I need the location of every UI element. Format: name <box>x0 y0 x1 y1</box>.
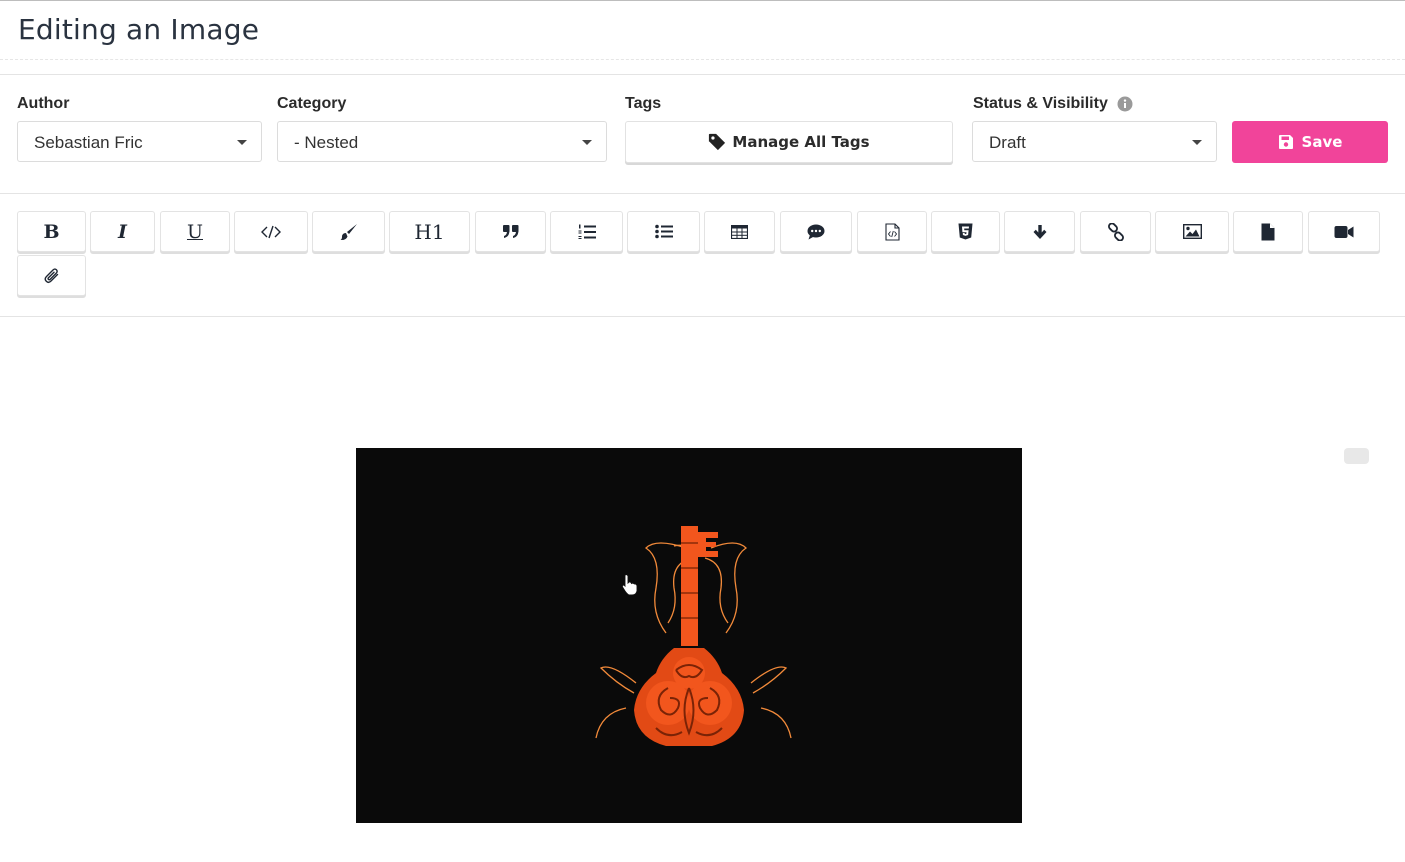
ordered-list-button[interactable] <box>550 211 623 252</box>
highlight-button[interactable] <box>312 211 385 252</box>
save-label: Save <box>1301 133 1343 151</box>
author-select[interactable]: Sebastian Fric <box>17 121 262 162</box>
code-file-icon <box>884 222 900 241</box>
file-icon <box>1261 223 1275 240</box>
caret-down-icon <box>582 140 592 145</box>
code-file-button[interactable] <box>857 211 927 252</box>
key-bit <box>698 532 718 557</box>
file-button[interactable] <box>1233 211 1303 252</box>
bold-icon: B <box>43 220 60 243</box>
table-button[interactable] <box>704 211 775 252</box>
manage-tags-label: Manage All Tags <box>732 133 870 151</box>
paperclip-icon <box>44 268 58 284</box>
status-value: Draft <box>989 133 1026 152</box>
ordered-list-icon <box>578 224 596 239</box>
page-header: Editing an Image <box>0 1 1405 60</box>
html5-button[interactable] <box>931 211 1000 252</box>
paint-brush-icon <box>340 223 357 240</box>
divider <box>0 316 1405 317</box>
author-value: Sebastian Fric <box>34 133 143 152</box>
comment-button[interactable] <box>780 211 852 252</box>
floppy-disk-icon <box>1278 135 1293 149</box>
key-shaft <box>681 526 698 646</box>
bold-button[interactable]: B <box>17 211 86 252</box>
caret-down-icon <box>1192 140 1202 145</box>
video-icon <box>1334 225 1354 238</box>
image-button[interactable] <box>1155 211 1229 252</box>
manage-tags-button[interactable]: Manage All Tags <box>625 121 953 163</box>
category-value: - Nested <box>294 133 359 152</box>
tag-icon <box>709 133 726 151</box>
comment-icon <box>807 224 825 239</box>
info-icon[interactable] <box>1117 96 1133 112</box>
link-button[interactable] <box>1080 211 1151 252</box>
heading-icon: H1 <box>414 219 445 244</box>
hand-cursor-icon <box>621 574 638 596</box>
code-icon <box>261 225 281 238</box>
underline-button[interactable]: U <box>160 211 230 252</box>
tags-label: Tags <box>625 95 662 112</box>
embedded-image[interactable] <box>356 448 1022 823</box>
author-label: Author <box>17 95 70 112</box>
html5-icon <box>958 223 973 240</box>
list-icon <box>654 224 673 239</box>
save-button[interactable]: Save <box>1232 121 1388 163</box>
code-button[interactable] <box>234 211 308 252</box>
attachment-button[interactable] <box>17 255 86 296</box>
unordered-list-button[interactable] <box>627 211 700 252</box>
underline-icon: U <box>186 220 203 243</box>
arrow-down-icon <box>1033 224 1046 239</box>
italic-icon: I <box>118 220 127 243</box>
video-button[interactable] <box>1308 211 1380 252</box>
category-label: Category <box>277 95 347 112</box>
divider <box>0 74 1405 75</box>
image-icon <box>1182 224 1202 239</box>
status-label: Status & Visibility <box>973 95 1108 112</box>
link-icon <box>1107 222 1124 241</box>
table-icon <box>731 224 748 239</box>
heading-button[interactable]: H1 <box>389 211 470 252</box>
caret-down-icon <box>237 140 247 145</box>
key-artwork <box>595 526 792 746</box>
status-select[interactable]: Draft <box>972 121 1217 162</box>
divider <box>0 193 1405 194</box>
italic-button[interactable]: I <box>90 211 155 252</box>
page-title: Editing an Image <box>18 13 260 46</box>
key-bow <box>634 648 744 746</box>
quote-icon <box>502 224 518 238</box>
quote-button[interactable] <box>475 211 546 252</box>
arrow-down-button[interactable] <box>1004 211 1075 252</box>
image-options-handle[interactable] <box>1344 448 1369 464</box>
category-select[interactable]: - Nested <box>277 121 607 162</box>
